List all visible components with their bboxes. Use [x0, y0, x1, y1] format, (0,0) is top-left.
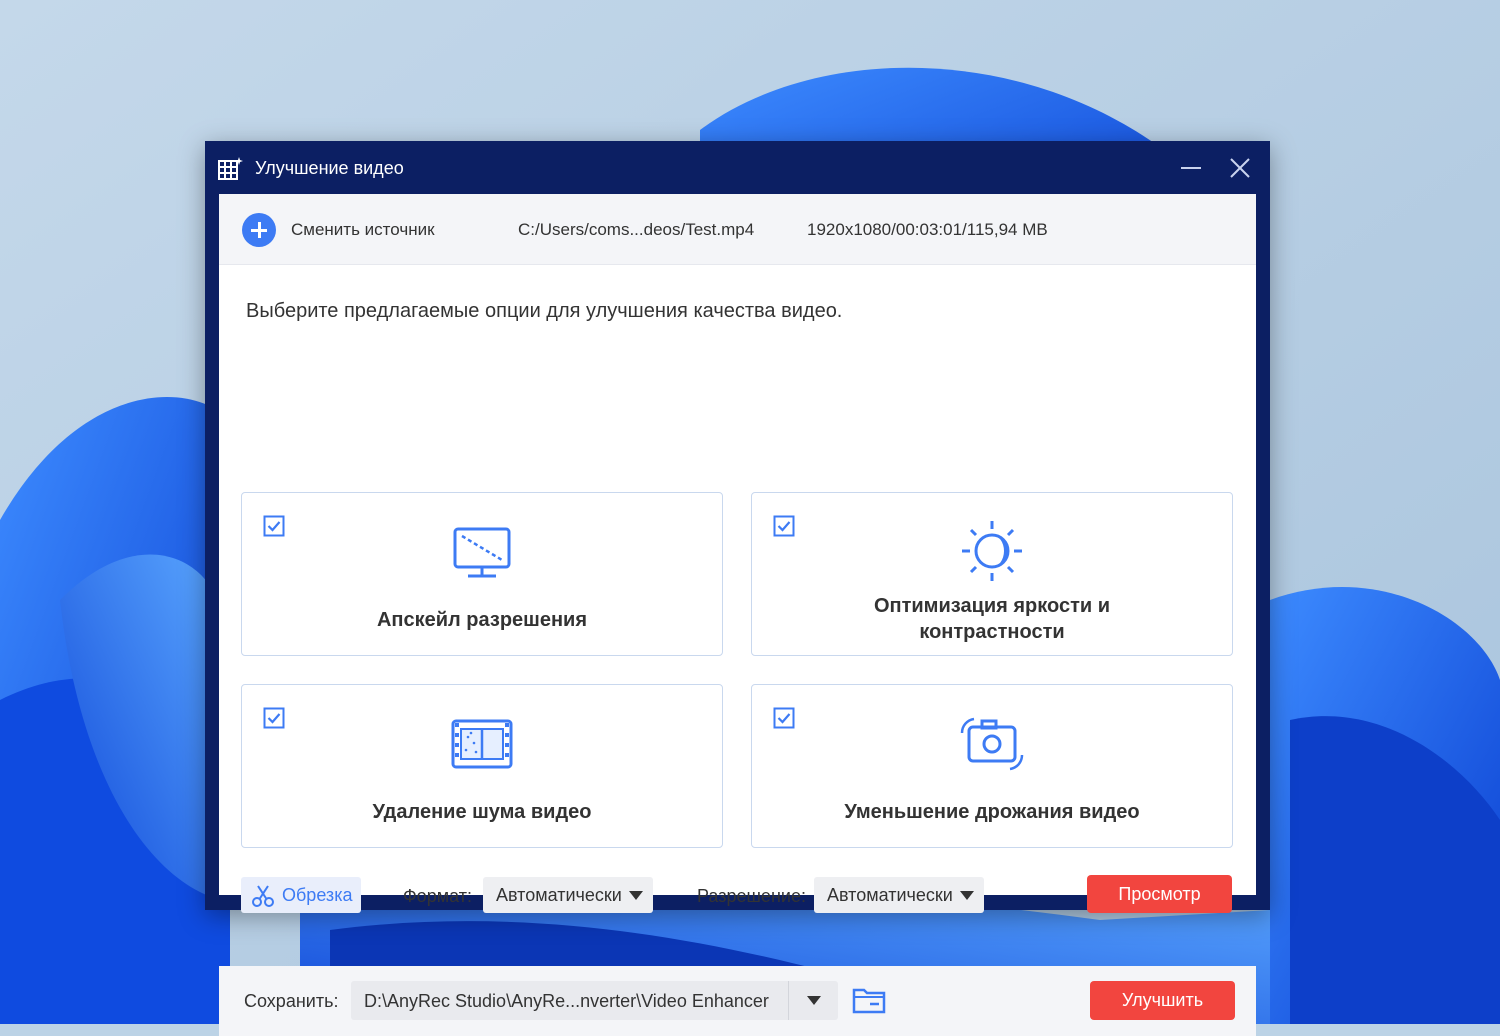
title-bar: Улучшение видео — [205, 141, 1270, 194]
file-meta: 1920x1080/00:03:01/115,94 MB — [807, 220, 1048, 239]
divider — [788, 981, 789, 1020]
trim-button[interactable]: Обрезка — [241, 877, 361, 913]
checkbox-checked-icon[interactable] — [773, 707, 795, 729]
trim-label: Обрезка — [282, 885, 353, 905]
checkbox-checked-icon[interactable] — [263, 515, 285, 537]
video-enhance-icon — [218, 157, 243, 180]
option-card-upscale[interactable]: Апскейл разрешения — [241, 492, 723, 656]
save-path-value: D:\AnyRec Studio\AnyRe...nverter\Video E… — [364, 991, 769, 1011]
resolution-select[interactable]: Автоматически — [814, 877, 984, 913]
format-label: Формат: — [403, 886, 472, 906]
open-folder-icon[interactable] — [852, 985, 886, 1015]
stabilize-camera-icon — [960, 717, 1024, 771]
window-title: Улучшение видео — [255, 158, 404, 178]
preview-button[interactable]: Просмотр — [1087, 875, 1232, 913]
option-label-line2: контрастности — [919, 621, 1065, 643]
denoise-film-icon — [451, 719, 513, 769]
upscale-monitor-icon — [453, 527, 511, 578]
checkbox-checked-icon[interactable] — [773, 515, 795, 537]
instructions-text: Выберите предлагаемые опции для улучшени… — [246, 300, 843, 322]
option-card-brightness[interactable]: Оптимизация яркости и контрастности — [751, 492, 1233, 656]
save-bar: Сохранить: D:\AnyRec Studio\AnyRe...nver… — [219, 966, 1256, 1036]
enhance-button[interactable]: Улучшить — [1090, 981, 1235, 1020]
resolution-label: Разрешение: — [697, 886, 806, 906]
file-path: C:/Users/coms...deos/Test.mp4 — [518, 220, 755, 239]
chevron-down-icon — [960, 891, 974, 900]
checkbox-checked-icon[interactable] — [263, 707, 285, 729]
save-path-select[interactable]: D:\AnyRec Studio\AnyRe...nverter\Video E… — [351, 981, 838, 1020]
save-label: Сохранить: — [244, 991, 339, 1011]
option-card-denoise[interactable]: Удаление шума видео — [241, 684, 723, 848]
chevron-down-icon[interactable] — [807, 996, 821, 1005]
option-label: Уменьшение дрожания видео — [844, 801, 1140, 823]
source-bar: Сменить источник C:/Users/coms...deos/Te… — [219, 194, 1256, 265]
format-select[interactable]: Автоматически — [483, 877, 653, 913]
chevron-down-icon — [629, 891, 643, 900]
option-card-stabilize[interactable]: Уменьшение дрожания видео — [751, 684, 1233, 848]
main-content: Сменить источник C:/Users/coms...deos/Te… — [219, 194, 1256, 1036]
add-source-icon[interactable] — [242, 213, 276, 247]
close-button[interactable] — [1226, 154, 1254, 182]
option-label: Апскейл разрешения — [376, 609, 588, 631]
format-value: Автоматически — [496, 885, 622, 905]
resolution-value: Автоматически — [827, 885, 953, 905]
video-enhancer-window: Улучшение видео Сменить источник C:/User… — [205, 141, 1270, 1036]
brightness-icon — [962, 521, 1022, 581]
option-label: Удаление шума видео — [372, 801, 592, 823]
minimize-button[interactable] — [1177, 154, 1205, 182]
scissors-icon — [252, 885, 274, 907]
option-label-line1: Оптимизация яркости и — [873, 595, 1111, 617]
change-source-link[interactable]: Сменить источник — [291, 220, 435, 240]
